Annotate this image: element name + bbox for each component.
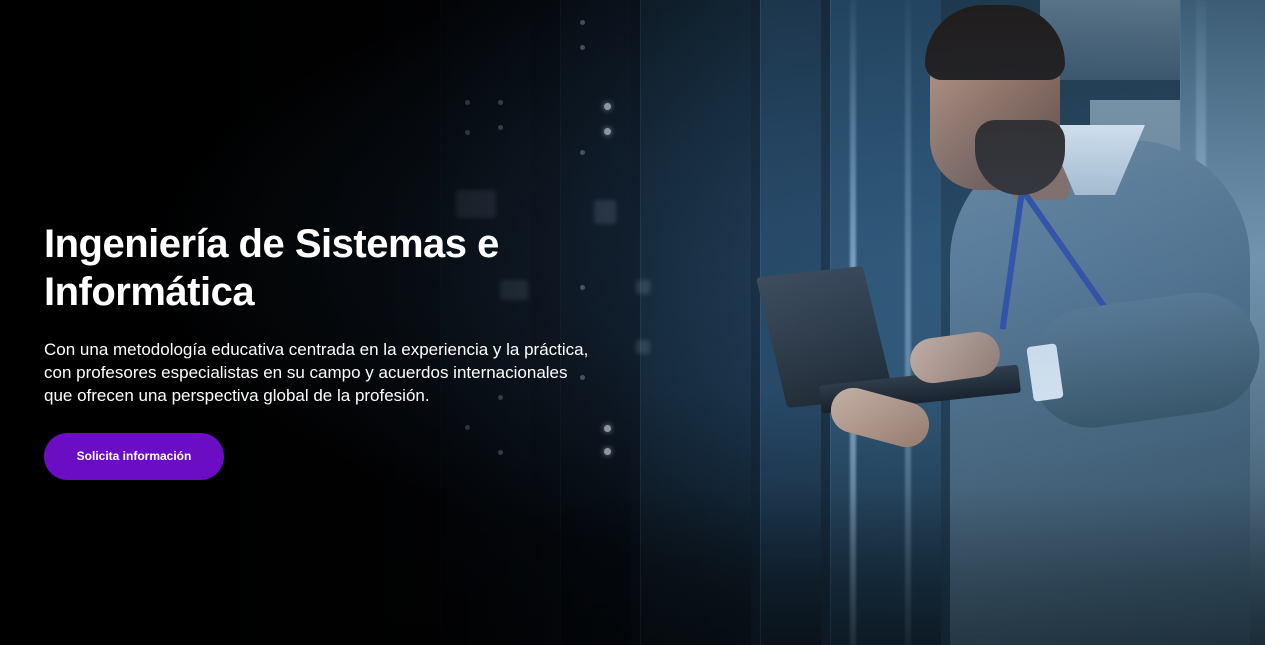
page-title-line-2: Informática xyxy=(44,270,255,314)
hero-description: Con una metodología educativa centrada e… xyxy=(44,340,589,405)
request-info-button[interactable]: Solicita información xyxy=(44,433,224,480)
page-title-line-1: Ingeniería de Sistemas e xyxy=(44,222,499,266)
page-title: Ingeniería de Sistemas e Informática xyxy=(44,220,604,316)
hero-content: Ingeniería de Sistemas e Informática Con… xyxy=(44,220,604,480)
bottom-shade-overlay xyxy=(0,485,1265,645)
hero-banner: Ingeniería de Sistemas e Informática Con… xyxy=(0,0,1265,645)
